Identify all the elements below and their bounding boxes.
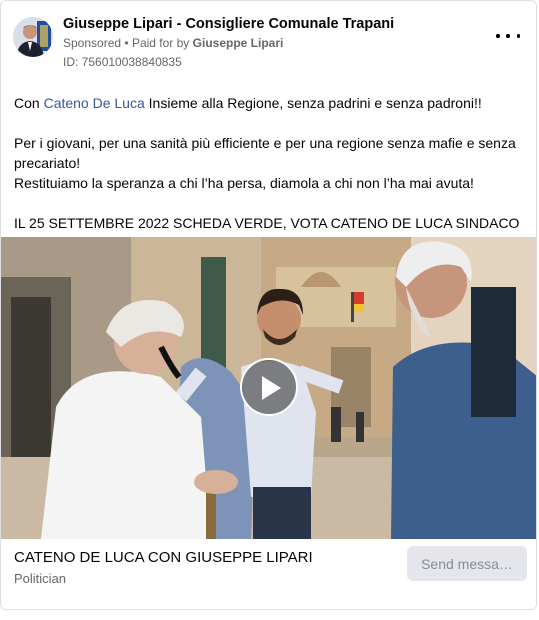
post-paragraph-2-line-2: Restituiamo la speranza a chi l’ha persa… xyxy=(14,175,474,191)
ad-post-card: Giuseppe Lipari - Consigliere Comunale T… xyxy=(0,0,537,610)
page-avatar[interactable] xyxy=(13,17,53,57)
post-line-1: Con Cateno De Luca Insieme alla Regione,… xyxy=(14,93,524,113)
footer-title[interactable]: CATENO DE LUCA CON GIUSEPPE LIPARI xyxy=(14,549,313,566)
paid-for-prefix: Paid for by xyxy=(131,36,190,50)
more-options-icon[interactable] xyxy=(496,29,520,43)
play-icon xyxy=(262,376,281,400)
sponsored-meta: Sponsored • Paid for by Giuseppe Lipari xyxy=(63,36,283,50)
meta-separator: • xyxy=(124,36,129,50)
ad-id: ID: 756010038840835 xyxy=(63,55,182,69)
mention-link[interactable]: Cateno De Luca xyxy=(44,95,145,111)
post-header: Giuseppe Lipari - Consigliere Comunale T… xyxy=(1,1,536,73)
post-text: Con Cateno De Luca Insieme alla Regione,… xyxy=(14,93,524,253)
post-paragraph-2-line-1: Per i giovani, per una sanità più effici… xyxy=(14,135,516,171)
paid-for-name: Giuseppe Lipari xyxy=(192,36,284,50)
footer-subtitle: Politician xyxy=(14,571,67,586)
avatar-image xyxy=(13,17,53,57)
play-button-icon[interactable] xyxy=(240,358,298,416)
sponsored-label: Sponsored xyxy=(63,36,122,50)
ad-footer: CATENO DE LUCA CON GIUSEPPE LIPARI Polit… xyxy=(1,539,536,609)
text-prefix: Con xyxy=(14,95,44,111)
send-message-button[interactable]: Send messa… xyxy=(407,546,527,581)
text-suffix: Insieme alla Regione, senza padrini e se… xyxy=(144,95,482,111)
page-name[interactable]: Giuseppe Lipari - Consigliere Comunale T… xyxy=(63,16,394,32)
